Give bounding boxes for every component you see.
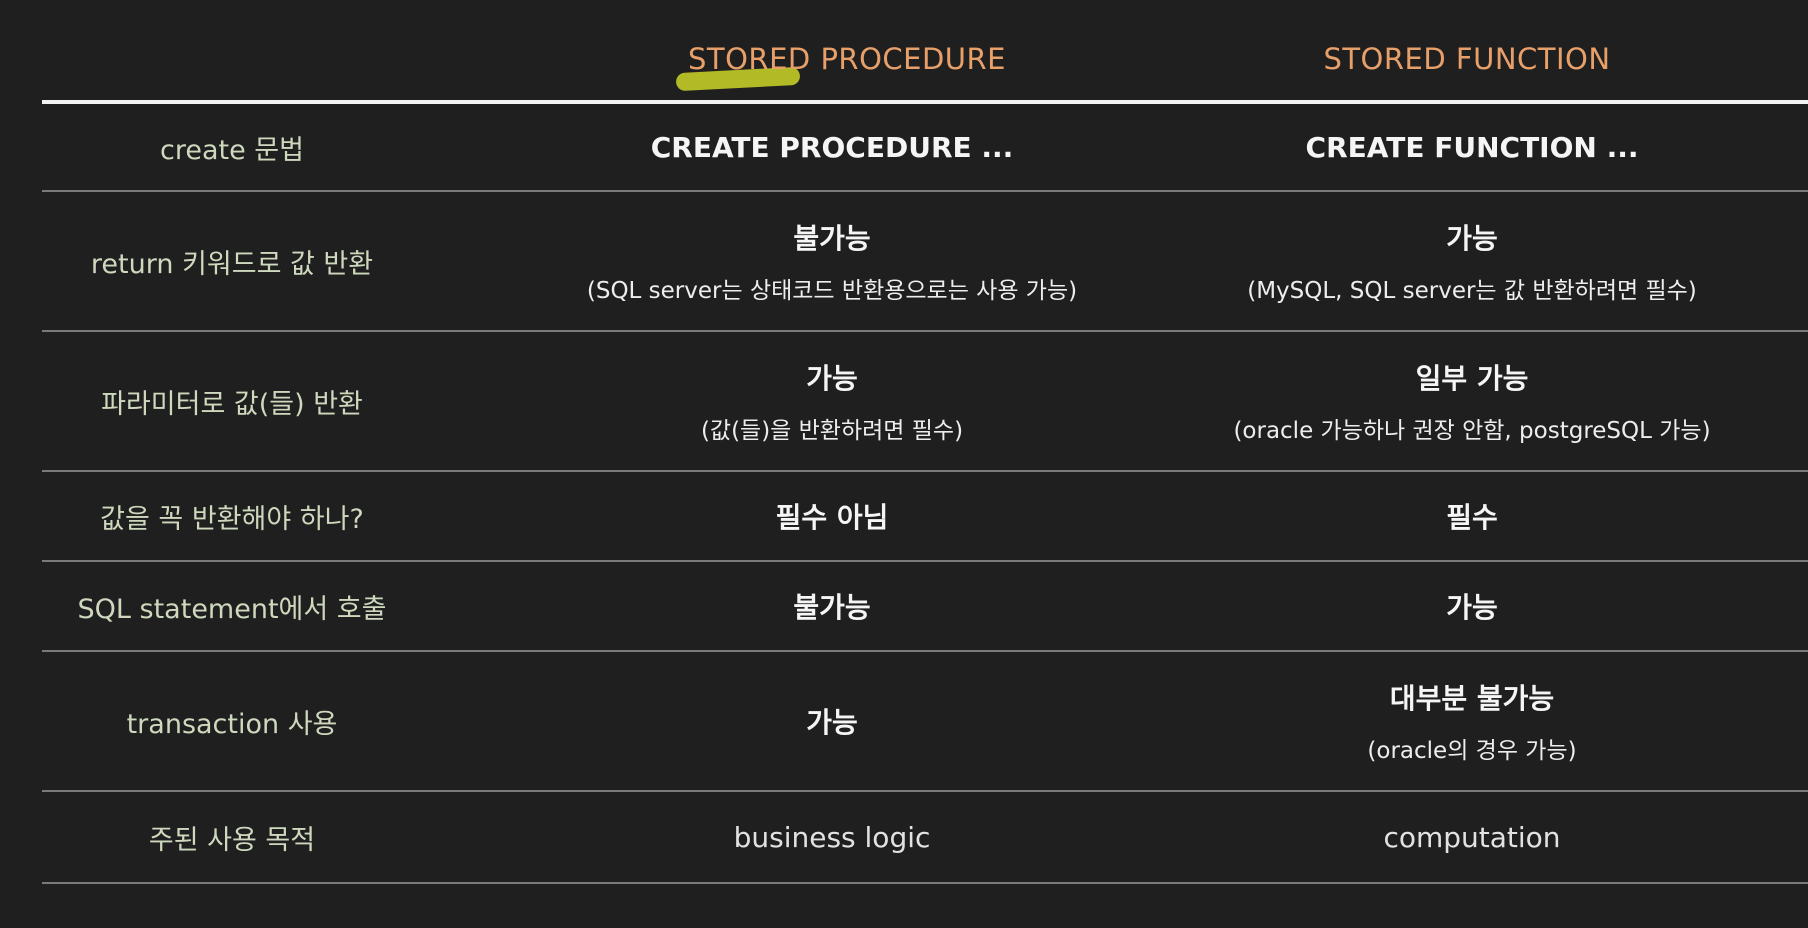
procedure-value: CREATE PROCEDURE ...	[650, 130, 1014, 164]
procedure-value: business logic	[733, 820, 931, 854]
procedure-value: 필수 아님	[775, 501, 889, 534]
table-row: 주된 사용 목적 business logic computation	[42, 792, 1808, 884]
procedure-note: (SQL server는 상태코드 반환용으로는 사용 가능)	[586, 278, 1078, 304]
procedure-value: 가능	[806, 706, 858, 739]
procedure-value: 가능	[806, 362, 858, 395]
table-row: return 키워드로 값 반환 불가능 (SQL server는 상태코드 반…	[42, 192, 1808, 332]
comparison-slide: STORED PROCEDURE STORED FUNCTION create …	[0, 0, 1808, 928]
procedure-note: (값(들)을 반환하려면 필수)	[700, 418, 964, 444]
function-value: 가능	[1446, 222, 1498, 255]
column-header-function: STORED FUNCTION	[1117, 42, 1808, 76]
function-note: (oracle 가능하나 권장 안함, postgreSQL 가능)	[1233, 418, 1711, 444]
row-label: 값을 꼭 반환해야 하나?	[100, 503, 364, 535]
table-row: 파라미터로 값(들) 반환 가능 (값(들)을 반환하려면 필수) 일부 가능 …	[42, 332, 1808, 472]
row-label: return 키워드로 값 반환	[90, 248, 374, 280]
column-header-procedure-label: STORED PROCEDURE	[687, 42, 1007, 76]
function-note: (oracle의 경우 가능)	[1367, 738, 1577, 764]
procedure-value: 불가능	[793, 222, 871, 255]
row-label: SQL statement에서 호출	[77, 593, 387, 625]
row-label: 파라미터로 값(들) 반환	[101, 388, 363, 420]
table-header: STORED PROCEDURE STORED FUNCTION	[42, 0, 1808, 100]
table-row: create 문법 CREATE PROCEDURE ... CREATE FU…	[42, 104, 1808, 192]
procedure-value: 불가능	[793, 591, 871, 624]
table-row: 값을 꼭 반환해야 하나? 필수 아님 필수	[42, 472, 1808, 562]
row-label: create 문법	[160, 134, 304, 166]
row-label: 주된 사용 목적	[148, 824, 316, 856]
function-value: 대부분 불가능	[1389, 682, 1555, 715]
column-header-procedure: STORED PROCEDURE	[497, 42, 1197, 92]
function-value: computation	[1383, 820, 1561, 854]
table-row: SQL statement에서 호출 불가능 가능	[42, 562, 1808, 652]
column-header-function-label: STORED FUNCTION	[1323, 42, 1611, 76]
table-row: transaction 사용 가능 대부분 불가능 (oracle의 경우 가능…	[42, 652, 1808, 792]
function-value: 가능	[1446, 591, 1498, 624]
function-value: CREATE FUNCTION ...	[1305, 130, 1639, 164]
function-note: (MySQL, SQL server는 값 반환하려면 필수)	[1247, 278, 1697, 304]
function-value: 일부 가능	[1415, 362, 1529, 395]
function-value: 필수	[1446, 501, 1498, 534]
row-label: transaction 사용	[126, 708, 338, 740]
